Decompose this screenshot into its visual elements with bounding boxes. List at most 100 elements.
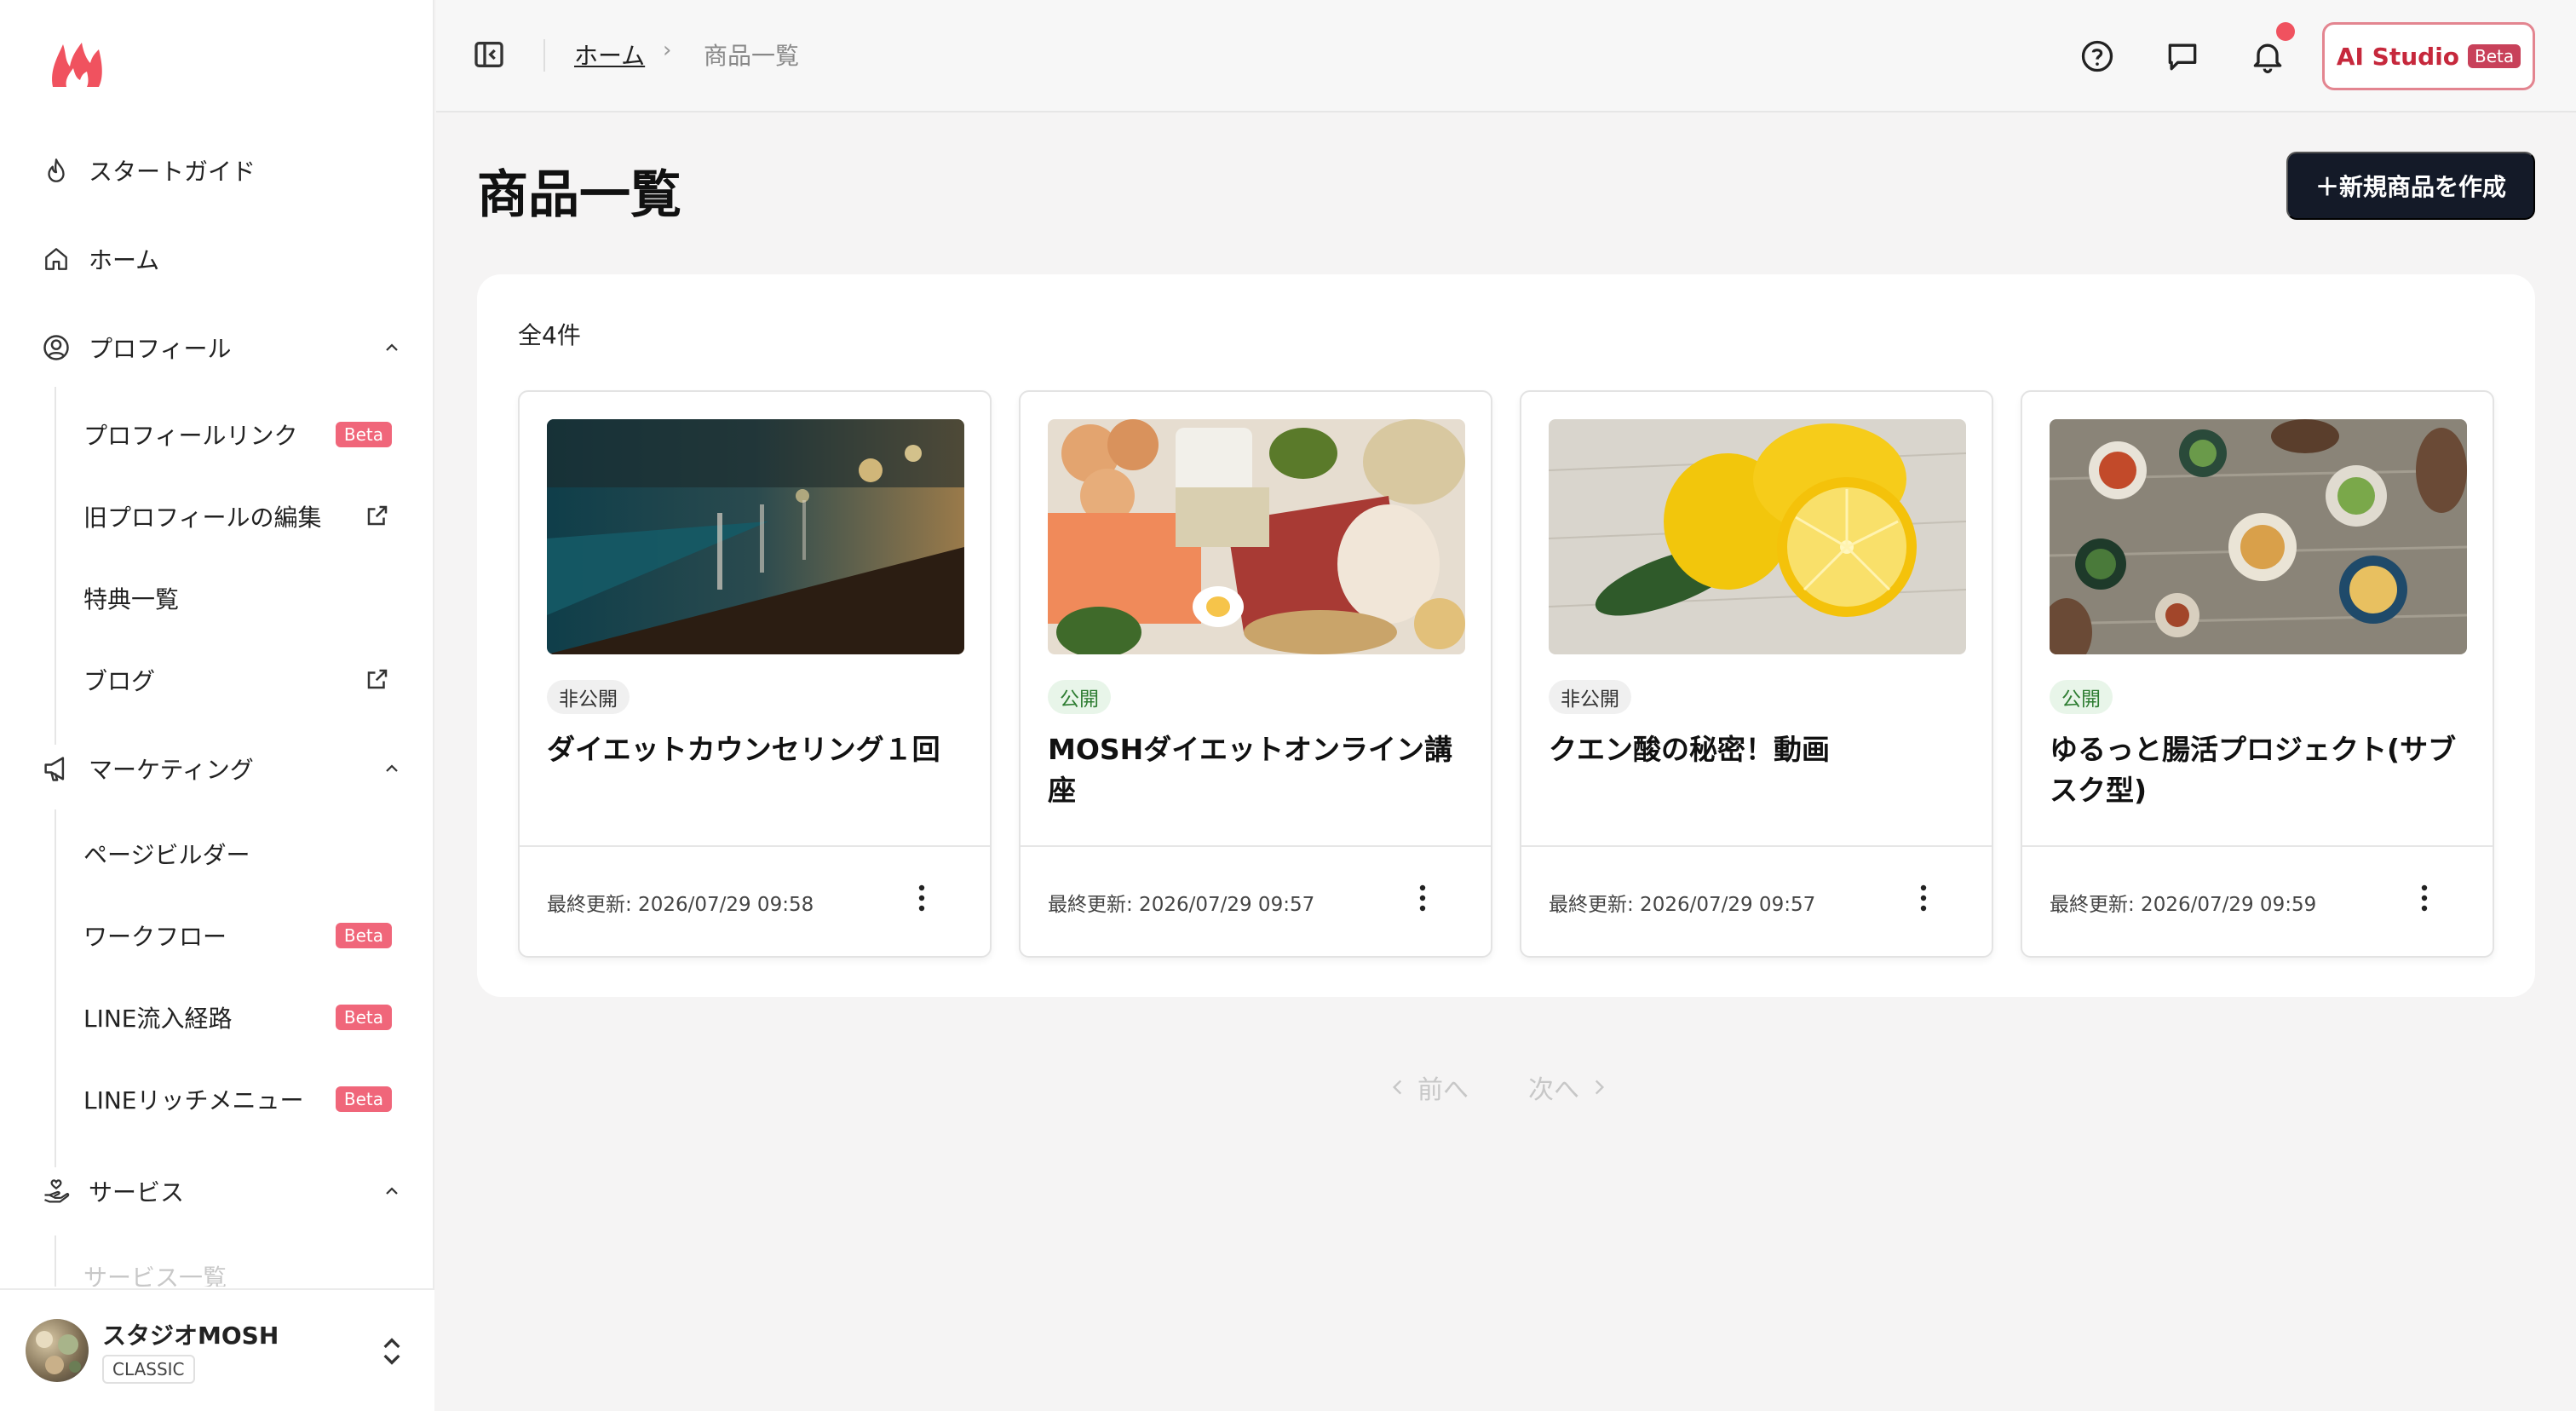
sidebar-item-profile[interactable]: プロフィール <box>39 319 405 377</box>
sidebar-subitem-line-inflow[interactable]: LINE流入経路 Beta <box>83 990 407 1045</box>
sidebar-toggle-icon[interactable] <box>472 37 506 72</box>
chevron-left-icon <box>1392 1080 1402 1095</box>
last-updated: 最終更新: 2026/07/29 09:57 <box>1549 894 1816 916</box>
breadcrumb-current: 商品一覧 <box>704 42 800 70</box>
ai-studio-button[interactable]: AI Studio Beta <box>2322 22 2535 90</box>
sidebar-item-label: プロフィール <box>89 335 232 363</box>
sidebar-subitem-label: LINEリッチメニュー <box>83 1086 304 1114</box>
sidebar-subitem-label: プロフィールリンク <box>83 422 298 450</box>
next-page-button[interactable]: 次へ <box>1528 1068 1610 1106</box>
product-name[interactable]: ダイエットカウンセリング１回 <box>547 729 973 770</box>
sidebar-subitem-label: 旧プロフィールの編集 <box>83 504 322 532</box>
sidebar-nav: スタートガイド ホーム プロフィール プロフィールリンク Beta 旧プロフィー… <box>0 136 434 1287</box>
sidebar-subitem-label: 特典一覧 <box>83 585 180 613</box>
sidebar-subitem-benefits[interactable]: 特典一覧 <box>83 571 407 625</box>
product-thumbnail-shared-table <box>2050 419 2467 654</box>
divider <box>543 39 545 72</box>
sidebar-subitem-label: ページビルダー <box>83 841 250 869</box>
prev-page-button[interactable]: 前へ <box>1387 1068 1469 1106</box>
sidebar-item-marketing[interactable]: マーケティング <box>39 740 405 798</box>
sidebar-subitem-page-builder[interactable]: ページビルダー <box>83 826 407 881</box>
megaphone-icon <box>39 752 73 786</box>
hand-heart-icon <box>39 1174 73 1208</box>
chat-icon[interactable] <box>2164 37 2201 75</box>
sidebar-subitem-label: ワークフロー <box>83 923 227 951</box>
more-vertical-icon[interactable] <box>1417 883 1428 913</box>
beta-badge: Beta <box>335 1005 392 1030</box>
product-card[interactable]: 非公開 クエン酸の秘密！動画 最終更新: 2026/07/29 09:57 <box>1520 390 1993 958</box>
next-page-label: 次へ <box>1528 1075 1579 1105</box>
sidebar-item-label: サービス <box>89 1178 185 1207</box>
create-product-button[interactable]: ＋新規商品を作成 <box>2286 152 2535 220</box>
beta-badge: Beta <box>335 923 392 948</box>
sidebar-item-service[interactable]: サービス <box>39 1162 405 1220</box>
sidebar-subitem-old-profile-edit[interactable]: 旧プロフィールの編集 <box>83 489 407 544</box>
sidebar-subitem-label: ブログ <box>83 667 156 695</box>
product-card[interactable]: 公開 MOSHダイエットオンライン講座 最終更新: 2026/07/29 09:… <box>1019 390 1492 958</box>
ai-studio-label: AI Studio <box>2336 42 2460 71</box>
breadcrumb-separator: › <box>663 37 672 63</box>
beta-badge: Beta <box>2468 44 2521 68</box>
status-badge: 非公開 <box>1549 680 1631 714</box>
status-badge: 非公開 <box>547 680 630 714</box>
product-name[interactable]: MOSHダイエットオンライン講座 <box>1048 729 1474 811</box>
beta-badge: Beta <box>335 422 392 447</box>
last-updated: 最終更新: 2026/07/29 09:58 <box>547 894 814 916</box>
sidebar-subitem-label: サービス一覧 <box>83 1264 227 1287</box>
sidebar-item-home[interactable]: ホーム <box>39 230 405 288</box>
chevron-up-icon[interactable] <box>378 1178 405 1205</box>
account-switcher[interactable]: スタジオMOSH CLASSIC <box>0 1288 434 1411</box>
chevron-up-down-icon[interactable] <box>375 1334 409 1368</box>
submenu-line <box>55 1235 56 1287</box>
submenu-line <box>55 387 56 745</box>
product-name[interactable]: ゆるっと腸活プロジェクト(サブスク型) <box>2050 729 2475 811</box>
product-thumbnail-restaurant <box>547 419 964 654</box>
plan-badge: CLASSIC <box>102 1355 195 1384</box>
sidebar-subitem-profile-link[interactable]: プロフィールリンク Beta <box>83 407 407 462</box>
external-link-icon <box>365 666 392 694</box>
beta-badge: Beta <box>335 1086 392 1112</box>
product-panel: 全4件 非公開 ダイエットカウンセリング１回 最終更新: 2026/07/29 … <box>477 274 2535 997</box>
card-divider <box>2022 845 2493 847</box>
sidebar-subitem-blog[interactable]: ブログ <box>83 653 407 707</box>
card-divider <box>1021 845 1491 847</box>
sidebar-item-label: マーケティング <box>89 756 254 784</box>
page-title: 商品一覧 <box>477 165 681 225</box>
account-name: スタジオMOSH <box>102 1322 279 1350</box>
card-divider <box>520 845 990 847</box>
top-bar: ホーム › 商品一覧 AI Studio Beta <box>436 0 2576 112</box>
pagination: 前へ 次へ <box>1387 1068 1610 1106</box>
sidebar-subitem-line-rich-menu[interactable]: LINEリッチメニュー Beta <box>83 1072 407 1126</box>
sidebar-subitem-workflow[interactable]: ワークフロー Beta <box>83 908 407 963</box>
prev-page-label: 前へ <box>1417 1075 1469 1105</box>
more-vertical-icon[interactable] <box>917 883 927 913</box>
mosh-logo[interactable] <box>48 37 104 94</box>
external-link-icon <box>365 503 392 530</box>
notification-dot <box>2276 22 2295 41</box>
help-icon[interactable] <box>2079 37 2116 75</box>
more-vertical-icon[interactable] <box>1918 883 1929 913</box>
product-card[interactable]: 非公開 ダイエットカウンセリング１回 最終更新: 2026/07/29 09:5… <box>518 390 992 958</box>
chevron-up-icon[interactable] <box>378 334 405 361</box>
last-updated: 最終更新: 2026/07/29 09:57 <box>1048 894 1315 916</box>
sidebar-item-label: ホーム <box>89 246 160 274</box>
home-icon <box>39 242 73 276</box>
product-card[interactable]: 公開 ゆるっと腸活プロジェクト(サブスク型) 最終更新: 2026/07/29 … <box>2021 390 2494 958</box>
chevron-right-icon <box>1595 1080 1605 1095</box>
product-count: 全4件 <box>518 321 581 349</box>
status-badge: 公開 <box>1048 680 1111 714</box>
product-thumbnail-protein-foods <box>1048 419 1465 654</box>
sidebar: スタートガイド ホーム プロフィール プロフィールリンク Beta 旧プロフィー… <box>0 0 434 1411</box>
sidebar-item-label: スタートガイド <box>89 158 256 186</box>
chevron-up-icon[interactable] <box>378 755 405 782</box>
bell-icon[interactable] <box>2249 37 2286 75</box>
submenu-line <box>55 809 56 1167</box>
product-name[interactable]: クエン酸の秘密！動画 <box>1549 729 1975 770</box>
more-vertical-icon[interactable] <box>2419 883 2429 913</box>
sidebar-item-start-guide[interactable]: スタートガイド <box>39 141 405 199</box>
status-badge: 公開 <box>2050 680 2113 714</box>
breadcrumb-home[interactable]: ホーム <box>574 37 645 72</box>
card-divider <box>1521 845 1992 847</box>
user-circle-icon <box>39 331 73 365</box>
sidebar-subitem-service-list[interactable]: サービス一覧 <box>83 1249 407 1287</box>
